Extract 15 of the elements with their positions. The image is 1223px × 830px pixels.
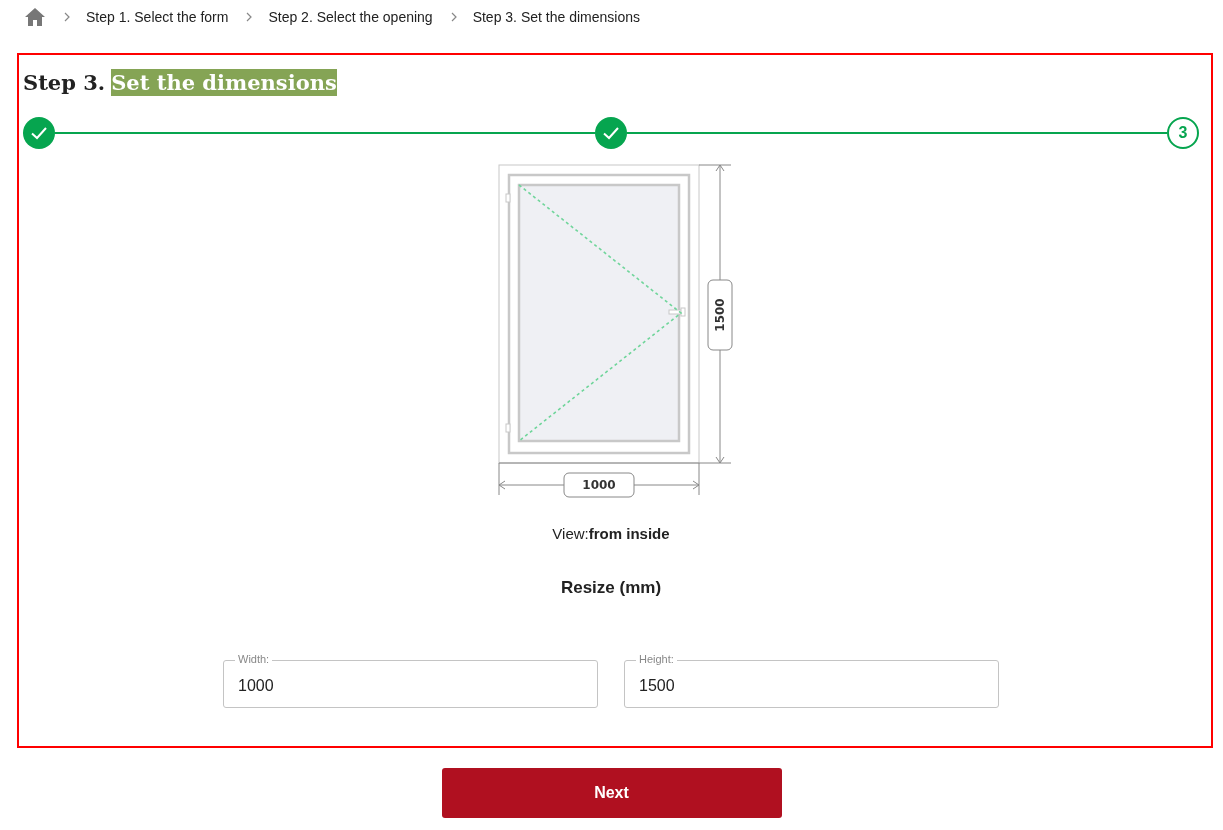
chevron-icon: [246, 12, 253, 22]
chevron-icon: [64, 12, 70, 22]
field-label: Height:: [636, 653, 677, 665]
chevron-icon: [450, 12, 457, 22]
view-label: View:from inside: [552, 525, 670, 542]
breadcrumb-link[interactable]: Step 1. Select the form: [86, 9, 229, 25]
heading-prefix: Step 3.: [23, 70, 106, 95]
next-button[interactable]: Next: [441, 768, 782, 818]
home-icon[interactable]: [24, 7, 46, 27]
resize-title: Resize (mm): [560, 578, 662, 598]
breadcrumb-link[interactable]: Step 3. Set the dimensions: [472, 9, 640, 25]
heading-highlight: Set the dimensions: [111, 69, 337, 96]
breadcrumb-link[interactable]: Step 2. Select the opening: [268, 9, 433, 25]
field-label: Width:: [235, 653, 273, 665]
step-number: 3: [1167, 117, 1199, 149]
